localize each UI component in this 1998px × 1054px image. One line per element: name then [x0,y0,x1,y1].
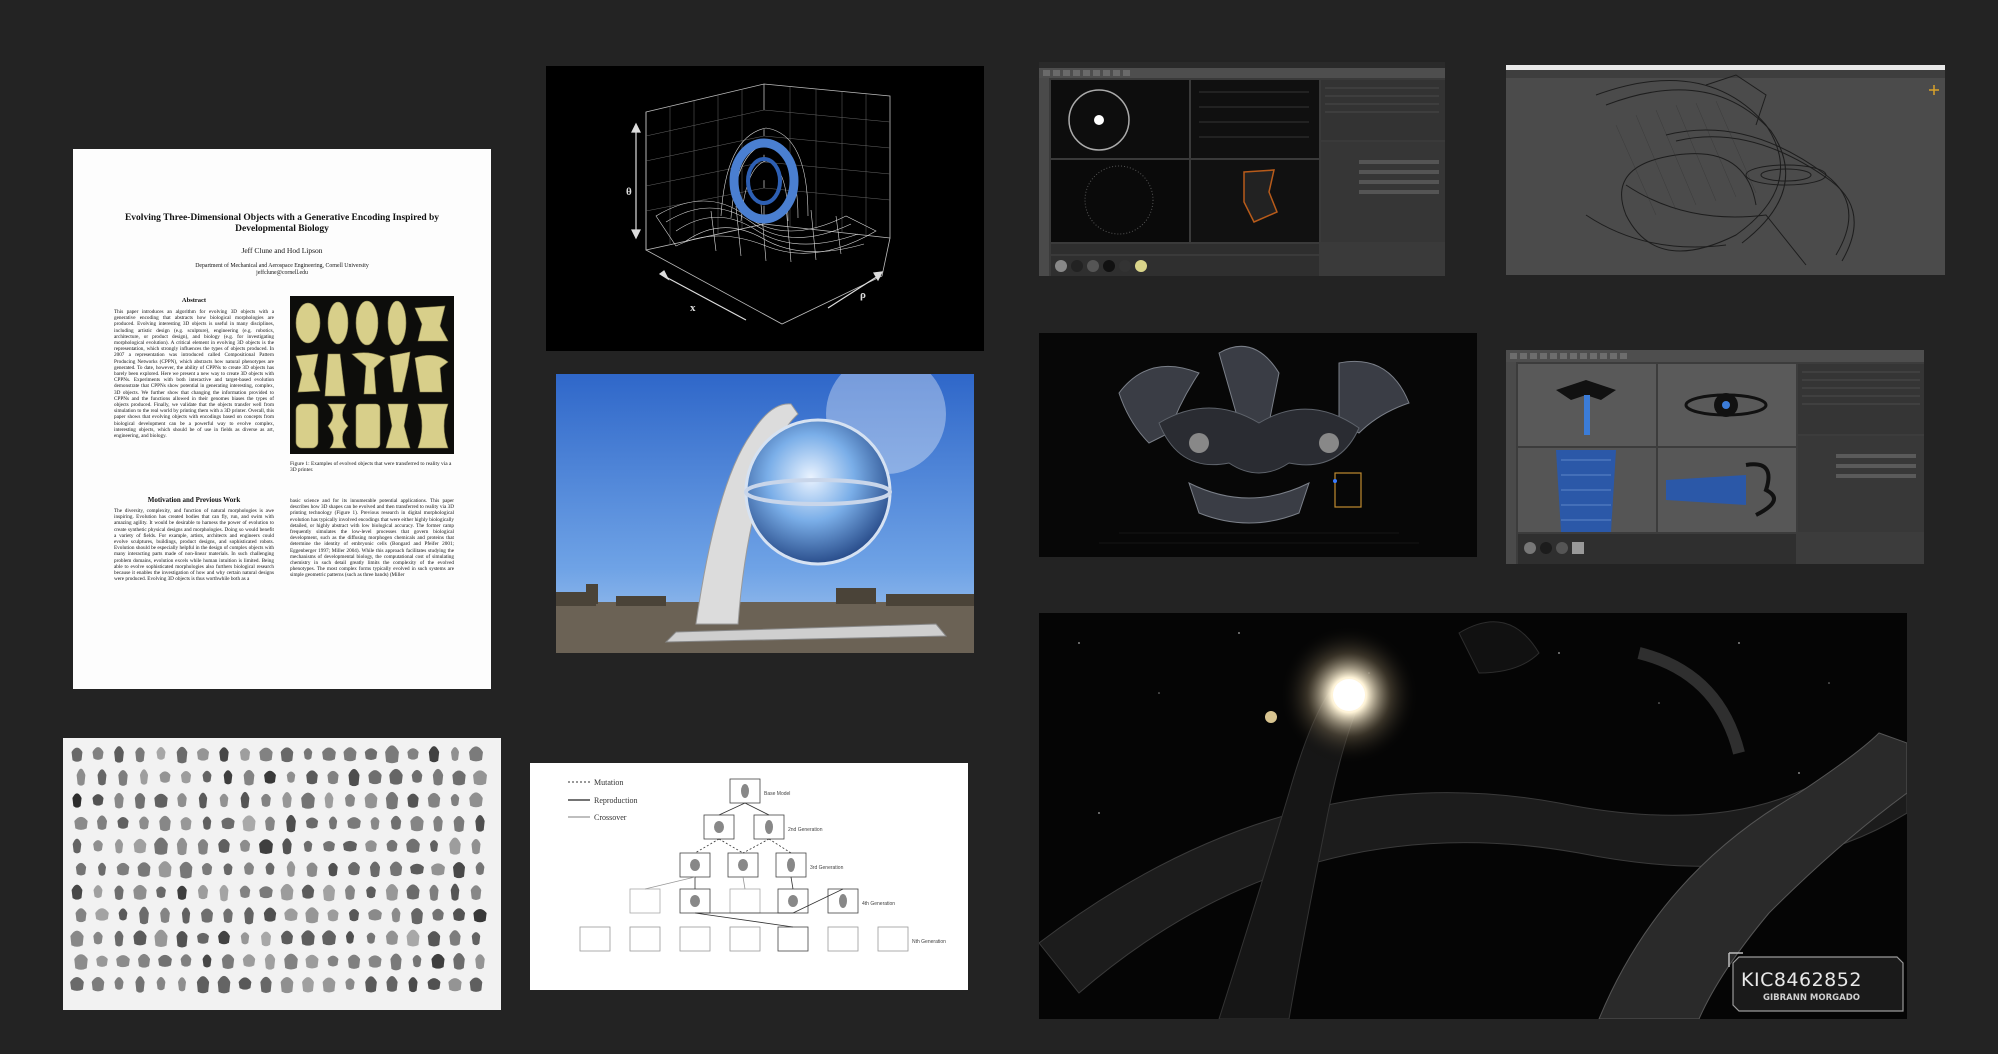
paper-page: Evolving Three-Dimensional Objects with … [73,149,491,689]
title-badge: KIC8462852 GIBRANN MORGADO [1728,952,1904,1012]
space-structure-render: KIC8462852 GIBRANN MORGADO [1039,613,1907,1019]
evolved-objects-grid [63,738,501,1010]
body-left-column: The diversity, complexity, and function … [114,508,274,583]
evolved-object [180,817,192,831]
body-right-column: basic science and for its innumerable po… [290,498,454,579]
surface-plot-svg: θ x ρ [546,66,984,351]
ui1-svg [1039,62,1445,276]
evolved-object [260,931,272,947]
evolved-object [303,840,313,853]
evolved-object [431,863,445,876]
evolved-object [265,816,275,831]
photo-svg [556,374,974,653]
figure-caption: Figure 1: Examples of evolved objects th… [290,461,452,474]
evolved-object [410,863,424,875]
material-manager[interactable] [1518,534,1796,564]
axis-label-theta: θ [626,186,632,198]
objects-grid-svg [63,738,501,1010]
evolution-tree-diagram: Mutation Reproduction Crossover Base Mod… [530,763,968,990]
glass-sphere [744,418,892,566]
cinema4d-window-1 [1039,62,1445,276]
evolved-object [323,840,335,852]
evolved-object [452,770,466,786]
label-gen-n: Nth Generation [912,939,946,945]
ui3-svg [1506,350,1924,564]
email-line: jeffclune@cornell.edu [256,270,308,276]
material-manager[interactable] [1051,256,1319,276]
tree-svg: Mutation Reproduction Crossover Base Mod… [530,763,968,990]
abstract-heading: Abstract [181,297,207,304]
spaceship-render-1 [1039,333,1477,557]
abstract-text: This paper introduces an algorithm for e… [114,309,274,440]
legend-mutation: Mutation [594,778,623,787]
evolved-object [448,978,462,992]
section-heading: Motivation and Previous Work [147,496,241,504]
paper-title: Evolving Three-Dimensional Objects with … [124,213,440,234]
evolved-object [177,885,187,900]
affiliation-line: Department of Mechanical and Aerospace E… [195,263,369,269]
label-gen-2: 2nd Generation [788,827,823,833]
legend-reproduction: Reproduction [594,796,638,805]
paper-affiliation: Department of Mechanical and Aerospace E… [113,263,451,277]
label-gen-3: 3rd Generation [810,865,844,871]
attribute-manager[interactable] [1798,436,1924,532]
viewport-perspective[interactable] [1051,80,1189,158]
label-gen-base: Base Model [764,791,790,797]
printed-objects-image [290,296,454,454]
object-manager[interactable] [1798,364,1924,434]
label-gen-4: 4th Generation [862,901,895,907]
figure-3d-prints [290,296,454,454]
render2-svg: KIC8462852 GIBRANN MORGADO [1039,613,1907,1019]
viewport-menu-bar[interactable] [1506,70,1945,78]
evolved-object [368,955,382,968]
evolved-object [473,909,487,923]
badge-title: KIC8462852 [1741,969,1862,991]
surface-plot-3d: θ x ρ [546,66,984,351]
badge-subtitle: GIBRANN MORGADO [1763,993,1860,1003]
evolved-object [221,817,235,830]
timeline[interactable] [1051,244,1319,254]
evolved-object [322,977,336,993]
object-manager[interactable] [1321,80,1445,140]
evolved-object [328,862,338,877]
viewport-right[interactable] [1051,160,1189,242]
evolved-object [197,932,209,944]
render1-svg [1039,333,1477,557]
evolved-object [154,793,168,808]
evolved-object [471,932,481,946]
evolved-object [176,930,188,948]
legend-crossover: Crossover [594,813,627,822]
cinema4d-wireframe-view [1506,65,1945,275]
evolved-object [327,909,339,922]
evolved-object [96,955,108,967]
evolved-object [347,954,361,969]
evolved-object [156,886,166,898]
ui2-svg [1506,65,1945,275]
evolved-object [343,840,357,852]
cinema4d-window-2 [1506,350,1924,564]
paper-authors: Jeff Clune and Hod Lipson [241,246,323,255]
evolved-object [370,817,380,830]
axis-label-x: x [690,302,696,314]
axis-label-rho: ρ [860,289,866,301]
evolved-object [239,748,251,761]
glass-sphere-sculpture-photo [556,374,974,653]
